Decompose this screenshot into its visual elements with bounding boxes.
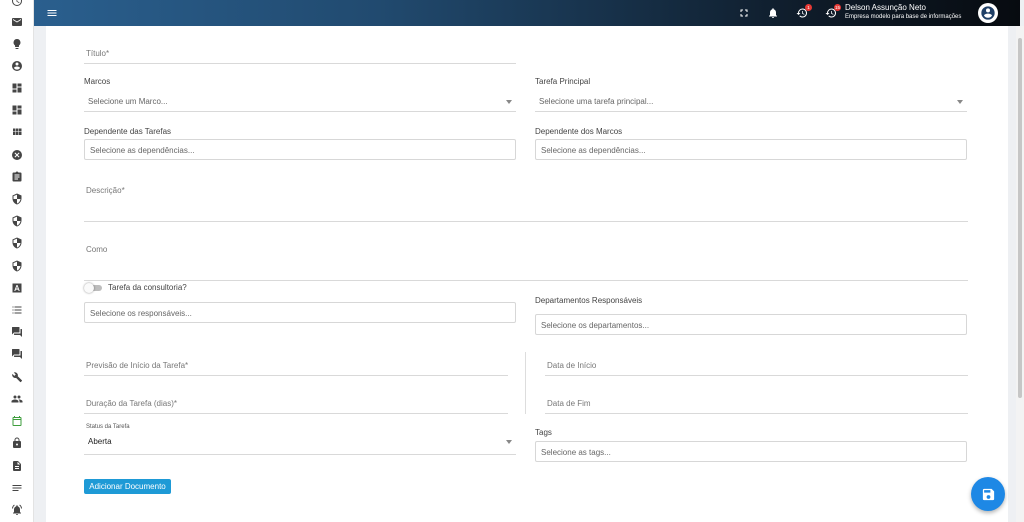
add-document-button[interactable]: Adicionar Documento: [84, 479, 171, 494]
dep-marcos-label: Dependente dos Marcos: [535, 127, 623, 136]
font-box-icon[interactable]: [11, 282, 23, 294]
account-icon: [981, 6, 995, 20]
notification-badge: 1: [805, 4, 812, 11]
duracao-label: Duração da Tarefa (dias)*: [86, 399, 178, 408]
marcos-label: Marcos: [84, 77, 111, 86]
previsao-inicio-input[interactable]: Previsão de Início da Tarefa*: [84, 354, 508, 376]
file-icon[interactable]: [11, 460, 23, 472]
avatar[interactable]: [978, 3, 998, 23]
status-label: Status da Tarefa: [86, 424, 130, 430]
consultoria-toggle[interactable]: [84, 283, 104, 293]
duracao-input[interactable]: Duração da Tarefa (dias)*: [84, 392, 508, 414]
lock-icon[interactable]: [11, 437, 23, 449]
tarefa-principal-select[interactable]: Selecione uma tarefa principal...: [535, 95, 967, 112]
mail-icon[interactable]: [11, 16, 23, 28]
tools-icon[interactable]: [11, 371, 23, 383]
menu-icon[interactable]: [46, 7, 58, 19]
data-inicio-input[interactable]: Data de Início: [545, 354, 968, 376]
marcos-placeholder: Selecione um Marco...: [88, 97, 168, 106]
tags-label: Tags: [535, 428, 552, 437]
shield-icon[interactable]: [11, 237, 23, 249]
dep-tarefas-select[interactable]: Selecione as dependências...: [84, 139, 516, 160]
marcos-select[interactable]: Selecione um Marco...: [84, 95, 516, 112]
data-inicio-label: Data de Início: [547, 361, 597, 370]
user-company: Empresa modelo para base de informações: [845, 14, 962, 20]
como-input[interactable]: Como: [84, 239, 968, 281]
save-button[interactable]: [971, 477, 1005, 511]
consultoria-label: Tarefa da consultoria?: [108, 283, 187, 292]
descricao-label: Descrição*: [86, 186, 125, 195]
scrollbar-thumb[interactable]: [1018, 38, 1022, 398]
clock-icon[interactable]: [11, 0, 23, 7]
previsao-inicio-label: Previsão de Início da Tarefa*: [86, 361, 189, 370]
tags-select[interactable]: Selecione as tags...: [535, 441, 967, 462]
column-divider: [525, 352, 526, 414]
fullscreen-icon[interactable]: [738, 7, 750, 19]
scrollbar[interactable]: [1016, 26, 1024, 522]
status-value: Aberta: [88, 437, 112, 446]
data-fim-input[interactable]: Data de Fim: [545, 392, 968, 414]
dep-marcos-placeholder: Selecione as dependências...: [541, 146, 646, 155]
responsaveis-placeholder: Selecione os responsáveis...: [90, 309, 192, 318]
clipboard-icon[interactable]: [11, 171, 23, 183]
shield-icon[interactable]: [11, 193, 23, 205]
data-fim-label: Data de Fim: [547, 399, 591, 408]
history-icon[interactable]: 1: [796, 4, 812, 19]
forum-icon[interactable]: [11, 326, 23, 338]
toggle-knob: [84, 283, 94, 293]
top-app-bar: 1 15 Delson Assunção Neto Empresa modelo…: [34, 0, 1020, 26]
descricao-input[interactable]: Descrição*: [84, 180, 968, 222]
notes-icon[interactable]: [11, 482, 23, 494]
dep-tarefas-label: Dependente das Tarefas: [84, 127, 172, 136]
departamentos-label: Departamentos Responsáveis: [535, 296, 643, 305]
notification-badge: 15: [834, 4, 841, 11]
titulo-label: Título*: [86, 49, 110, 58]
history-icon[interactable]: 15: [825, 4, 841, 19]
dep-tarefas-placeholder: Selecione as dependências...: [90, 146, 195, 155]
como-label: Como: [86, 245, 108, 254]
shield-icon[interactable]: [11, 260, 23, 272]
sidebar: [0, 0, 34, 522]
departamentos-select[interactable]: Selecione os departamentos...: [535, 314, 967, 335]
responsaveis-select[interactable]: Selecione os responsáveis...: [84, 302, 516, 323]
dashboard-icon[interactable]: [11, 82, 23, 94]
alarm-icon[interactable]: [11, 504, 23, 516]
list-icon[interactable]: [11, 304, 23, 316]
dashboard-icon[interactable]: [11, 104, 23, 116]
account-circle-icon[interactable]: [11, 60, 23, 72]
cancel-circle-icon[interactable]: [11, 149, 23, 161]
bell-icon[interactable]: [767, 7, 779, 19]
tarefa-principal-label: Tarefa Principal: [535, 77, 591, 86]
departamentos-placeholder: Selecione os departamentos...: [541, 321, 650, 330]
status-select[interactable]: Aberta: [84, 435, 516, 455]
user-name: Delson Assunção Neto: [845, 3, 926, 12]
chevron-down-icon: [957, 100, 963, 104]
shield-icon[interactable]: [11, 215, 23, 227]
tags-placeholder: Selecione as tags...: [541, 448, 611, 457]
dep-marcos-select[interactable]: Selecione as dependências...: [535, 139, 967, 160]
calendar-icon[interactable]: [11, 415, 23, 427]
group-icon[interactable]: [11, 393, 23, 405]
tarefa-principal-placeholder: Selecione uma tarefa principal...: [539, 97, 654, 106]
chevron-down-icon: [506, 100, 512, 104]
save-icon: [982, 488, 994, 500]
lightbulb-icon[interactable]: [11, 38, 23, 50]
titulo-input[interactable]: Título*: [84, 40, 516, 64]
forum-icon[interactable]: [11, 348, 23, 360]
chevron-down-icon: [506, 440, 512, 444]
grid-icon[interactable]: [11, 126, 23, 138]
